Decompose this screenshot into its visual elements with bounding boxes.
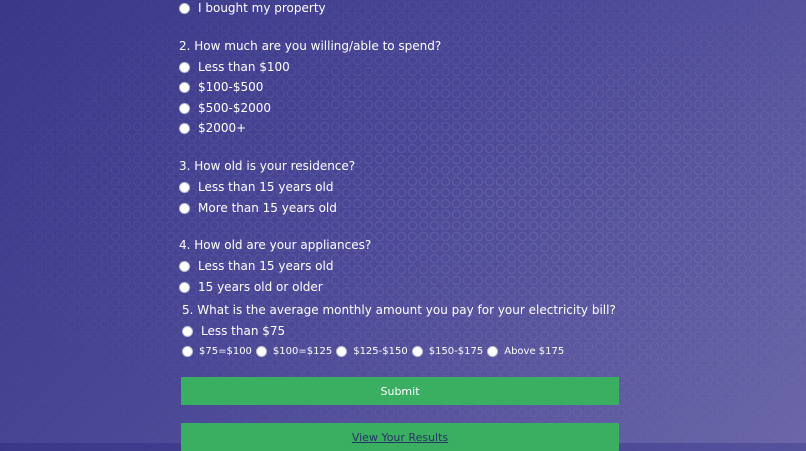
q3-option-more-15[interactable]: More than 15 years old: [179, 201, 337, 215]
radio-button[interactable]: [179, 81, 190, 93]
radio-button[interactable]: [182, 325, 193, 337]
q2-option-100-500[interactable]: $100-$500: [179, 80, 263, 94]
q4-option-15-or-older[interactable]: 15 years old or older: [179, 280, 323, 294]
q1-option-bought[interactable]: I bought my property: [179, 1, 326, 15]
question-2-label: 2. How much are you willing/able to spen…: [179, 39, 442, 53]
q4-option-less-15[interactable]: Less than 15 years old: [179, 259, 333, 273]
option-label: $100-$500: [198, 80, 264, 94]
q5-option-above-175: Above $175: [504, 345, 565, 357]
radio-button[interactable]: [411, 345, 423, 357]
radio-button[interactable]: [182, 345, 193, 357]
q5-option-125-150: $125-$150: [353, 345, 408, 357]
radio-button[interactable]: [179, 122, 190, 134]
q2-option-500-2000[interactable]: $500-$2000: [179, 101, 271, 115]
radio-button[interactable]: [487, 345, 499, 357]
option-label: Less than $100: [198, 60, 290, 74]
option-label: $500-$2000: [198, 101, 272, 115]
option-label: 15 years old or older: [198, 280, 323, 294]
radio-button[interactable]: [179, 202, 190, 214]
q5-option-100-125: $100=$125: [272, 345, 333, 357]
radio-button[interactable]: [179, 281, 190, 293]
q3-option-less-15[interactable]: Less than 15 years old: [179, 180, 333, 194]
view-results-button[interactable]: View Your Results: [181, 423, 619, 451]
option-label: I bought my property: [198, 1, 326, 15]
option-label: Less than $75: [201, 324, 286, 338]
question-4-label: 4. How old are your appliances?: [179, 238, 372, 252]
option-label: $2000+: [198, 121, 247, 135]
radio-button[interactable]: [179, 61, 190, 73]
option-label: Less than 15 years old: [198, 180, 334, 194]
q5-option-75-100: $75=$100: [199, 345, 252, 357]
radio-button[interactable]: [179, 181, 190, 193]
q2-option-2000-plus[interactable]: $2000+: [179, 121, 246, 135]
question-5-label: 5. What is the average monthly amount yo…: [182, 303, 616, 317]
radio-button[interactable]: [255, 345, 267, 357]
submit-button[interactable]: Submit: [181, 377, 619, 405]
survey-form: I bought my property 2. How much are you…: [0, 0, 806, 451]
q2-option-less-100[interactable]: Less than $100: [179, 60, 290, 74]
q5-option-less-75[interactable]: Less than $75: [182, 324, 285, 338]
option-label: More than 15 years old: [198, 201, 337, 215]
question-3-label: 3. How old is your residence?: [179, 159, 356, 173]
option-label: Less than 15 years old: [198, 259, 334, 273]
radio-button[interactable]: [179, 102, 190, 114]
q5-inline-options: $75=$100 $100=$125 $125-$150 $150-$175 A…: [182, 344, 568, 358]
q5-option-150-175: $150-$175: [428, 345, 484, 357]
radio-button[interactable]: [179, 260, 190, 272]
radio-button[interactable]: [336, 345, 348, 357]
radio-button[interactable]: [179, 2, 190, 14]
